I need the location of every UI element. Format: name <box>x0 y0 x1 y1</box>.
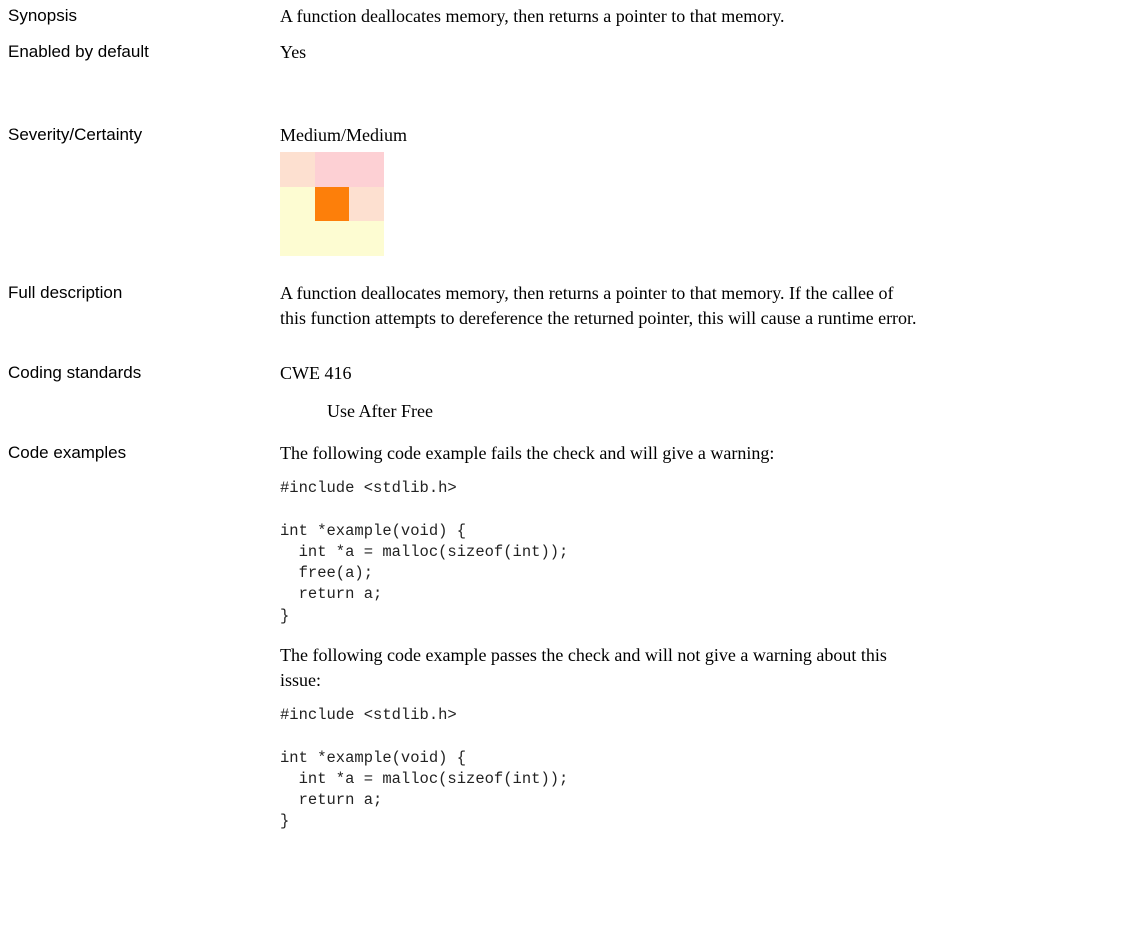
matrix-cell-r3-c2 <box>314 221 350 256</box>
full-description-line-2: this function attempts to dereference th… <box>280 308 917 328</box>
matrix-cell-r3-c3 <box>349 221 384 256</box>
pass-example-intro-line-2: issue: <box>280 670 322 690</box>
severity-label: Severity/Certainty <box>8 125 143 144</box>
matrix-cell-r1-c3 <box>349 152 384 187</box>
matrix-cell-r3-c1 <box>280 221 315 256</box>
coding-standard-name: Use After Free <box>327 401 433 421</box>
matrix-cell-r1-c1 <box>280 152 315 187</box>
severity-value: Medium/Medium <box>280 125 407 145</box>
fail-example-intro: The following code example fails the che… <box>280 443 775 463</box>
matrix-cell-r2-c2 <box>314 186 350 222</box>
full-description-label: Full description <box>8 283 123 302</box>
matrix-cell-r1-c2 <box>314 152 350 187</box>
full-description-text: A function deallocates memory, then retu… <box>280 281 1127 331</box>
pass-code-example: #include <stdlib.h> int *example(void) {… <box>280 706 569 831</box>
pass-example-intro: The following code example passes the ch… <box>280 643 1127 693</box>
pass-example-intro-line-1: The following code example passes the ch… <box>280 645 887 665</box>
code-examples-label: Code examples <box>8 443 127 462</box>
fail-code-example: #include <stdlib.h> int *example(void) {… <box>280 479 569 625</box>
coding-standards-label: Coding standards <box>8 363 142 382</box>
enabled-label: Enabled by default <box>8 42 149 61</box>
coding-standard-id: CWE 416 <box>280 363 352 383</box>
matrix-cell-r2-c3 <box>349 186 384 222</box>
synopsis-value: A function deallocates memory, then retu… <box>280 6 785 26</box>
enabled-value: Yes <box>280 42 307 62</box>
matrix-cell-r2-c1 <box>280 186 315 222</box>
synopsis-label: Synopsis <box>8 6 77 25</box>
full-description-line-1: A function deallocates memory, then retu… <box>280 283 894 303</box>
severity-certainty-matrix <box>280 152 384 256</box>
